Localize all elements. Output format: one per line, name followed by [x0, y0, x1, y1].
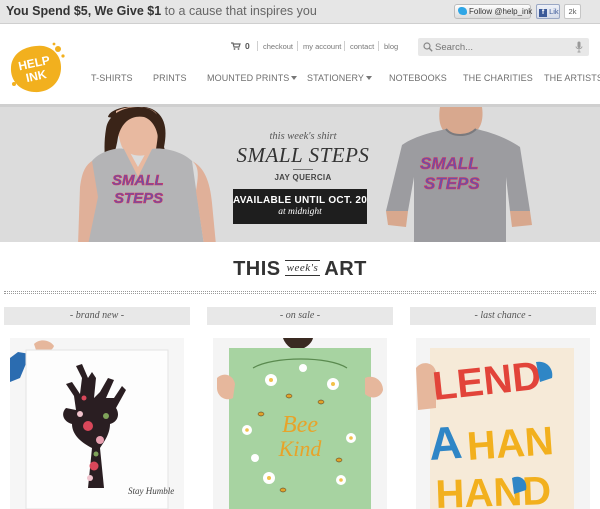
hero-title: SMALL STEPS [236, 143, 370, 167]
contact-link[interactable]: contact [350, 42, 374, 51]
poster-deer-image: Stay Humble [10, 338, 184, 509]
shirt-print-text: SMALL [112, 172, 164, 189]
section-title-mid: week's [284, 260, 321, 276]
facebook-like-button[interactable]: f Like [536, 4, 560, 19]
poster-bee-text: Bee [282, 412, 318, 438]
poster-bee-kind-image: Bee Kind [213, 338, 387, 509]
section-divider [4, 291, 596, 294]
shirt-print-text: STEPS [114, 190, 163, 207]
facebook-like-count: 2k [564, 4, 581, 19]
availability-date: AVAILABLE UNTIL OCT. 20 [233, 195, 368, 206]
hero-divider [293, 169, 313, 170]
chevron-down-icon [291, 76, 298, 80]
nav-t-shirts[interactable]: T-SHIRTS [91, 73, 133, 83]
blog-link[interactable]: blog [384, 42, 398, 51]
model-photo-male: SMALL STEPS [386, 107, 532, 242]
search-box [418, 38, 589, 56]
poster-lend-a-hand-image: LEND A HAN HAND LEND A HAND [416, 338, 590, 509]
divider [378, 41, 379, 51]
nav-mounted-prints[interactable]: MOUNTED PRINTS [207, 73, 298, 83]
cart-icon[interactable] [231, 42, 241, 50]
section-title-right: ART [324, 258, 367, 280]
product-card-brand-new[interactable]: Stay Humble [10, 338, 184, 509]
divider [257, 41, 258, 51]
poster-kind-text: Kind [278, 436, 323, 461]
nav-the-artists[interactable]: THE ARTISTS [544, 73, 600, 83]
twitter-bird-icon [458, 7, 467, 15]
facebook-like-label: Like [549, 7, 559, 16]
product-card-last-chance[interactable]: LEND A HAN HAND LEND A HAND [416, 338, 590, 509]
product-card-on-sale[interactable]: Bee Kind [213, 338, 387, 509]
nav-stationery-label: STATIONERY [307, 73, 365, 83]
shirt-print-text: SMALL [420, 154, 479, 173]
poster-deer-caption: Stay Humble [128, 486, 174, 496]
svg-text:HAND: HAND [435, 469, 552, 509]
svg-text:HAN: HAN [466, 419, 556, 469]
hero-artist: JAY QUERCIA [274, 173, 332, 182]
section-title: THIS week's ART [0, 258, 600, 281]
tab-brand-new[interactable]: - brand new - [4, 307, 190, 325]
search-icon [423, 42, 433, 52]
cart-count[interactable]: 0 [245, 41, 250, 51]
availability-time: at midnight [278, 207, 322, 217]
promo-bar: You Spend $5, We Give $1 to a cause that… [0, 0, 600, 24]
svg-text:A: A [427, 416, 464, 470]
divider [297, 41, 298, 51]
my-account-link[interactable]: my account [303, 42, 341, 51]
hero-banner[interactable]: SMALL STEPS this week's shirt SMALL STEP… [0, 104, 600, 242]
availability-button[interactable]: AVAILABLE UNTIL OCT. 20 at midnight [233, 189, 367, 224]
nav-prints[interactable]: PRINTS [153, 73, 187, 83]
chevron-down-icon [366, 76, 373, 80]
twitter-follow-label: Follow @help_ink [469, 7, 533, 16]
search-input[interactable] [435, 38, 565, 56]
nav-mounted-prints-label: MOUNTED PRINTS [207, 73, 290, 83]
promo-bold: You Spend $5, We Give $1 [6, 4, 162, 18]
twitter-follow-button[interactable]: Follow @help_ink [454, 4, 533, 19]
promo-text: You Spend $5, We Give $1 to a cause that… [6, 4, 317, 18]
nav-stationery[interactable]: STATIONERY [307, 73, 373, 83]
nav-the-charities[interactable]: THE CHARITIES [463, 73, 533, 83]
checkout-link[interactable]: checkout [263, 42, 293, 51]
microphone-icon[interactable] [575, 41, 583, 53]
hero-subtitle: this week's shirt [269, 131, 337, 142]
shirt-print-text: STEPS [424, 174, 480, 193]
nav-notebooks[interactable]: NOTEBOOKS [389, 73, 447, 83]
section-title-left: THIS [233, 258, 281, 280]
model-photo-female: SMALL STEPS [78, 107, 216, 242]
tab-on-sale[interactable]: - on sale - [207, 307, 393, 325]
divider [344, 41, 345, 51]
tab-last-chance[interactable]: - last chance - [410, 307, 596, 325]
help-ink-logo[interactable]: HELP INK [6, 40, 66, 96]
facebook-icon: f [539, 9, 547, 17]
promo-rest: to a cause that inspires you [161, 4, 317, 18]
